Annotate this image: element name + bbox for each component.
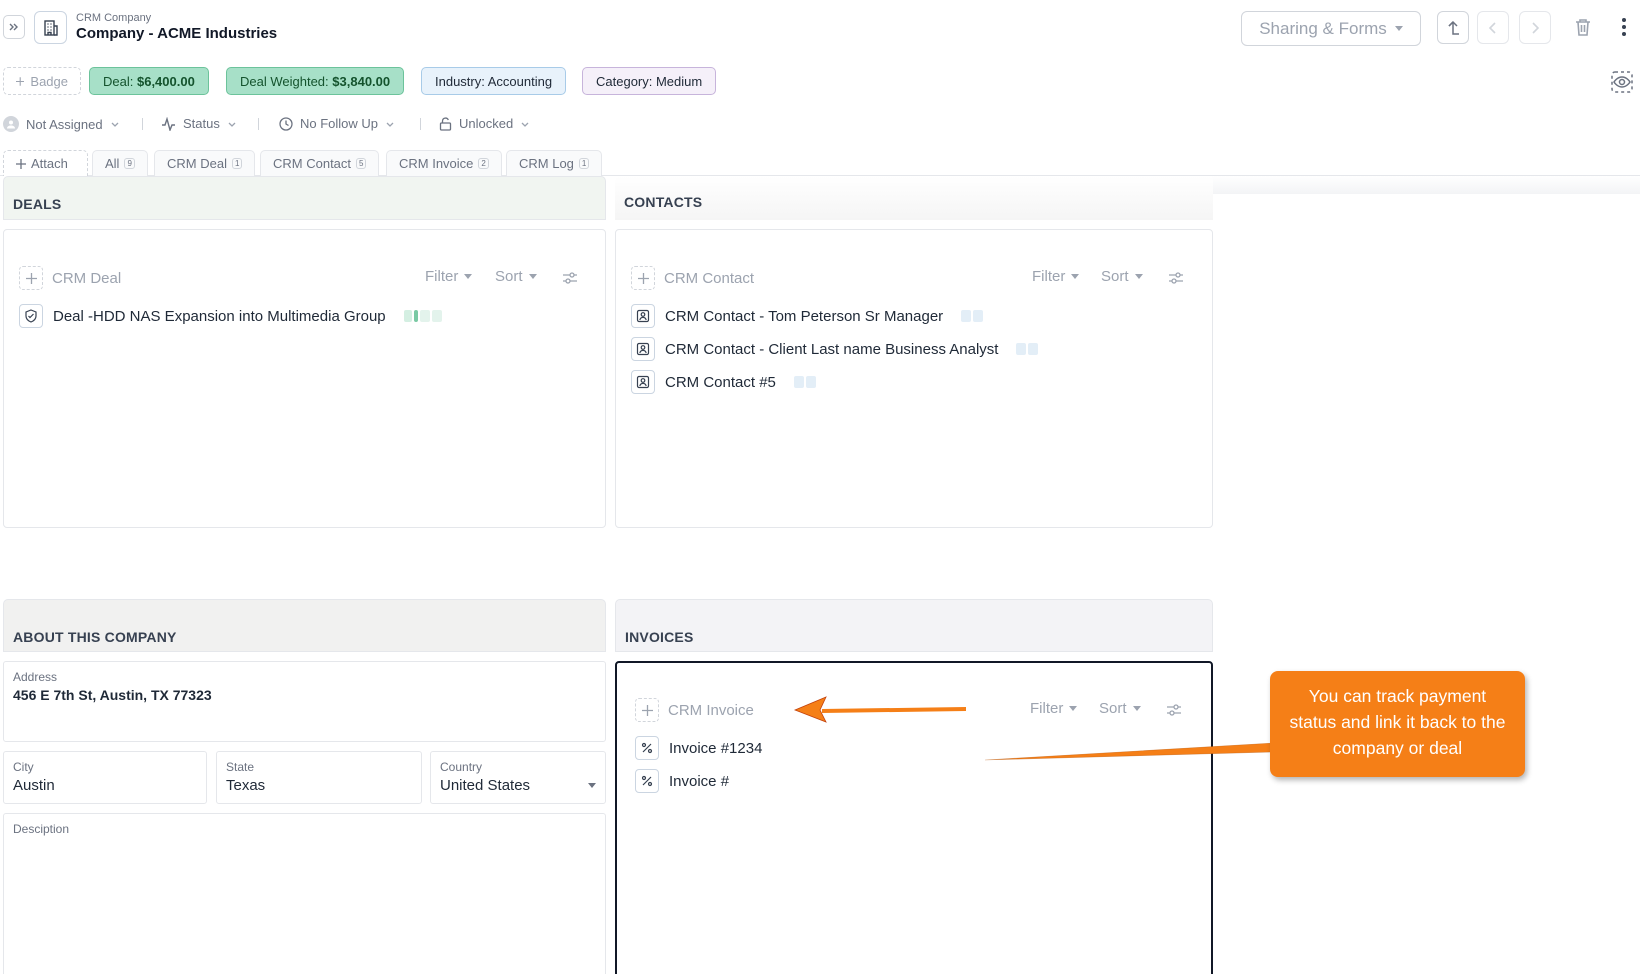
callout-tooltip: You can track payment status and link it… [1270,671,1525,777]
arrow-left-icon [793,696,966,723]
callout-pointer [984,742,1274,761]
annotation-arrows [793,696,1274,761]
